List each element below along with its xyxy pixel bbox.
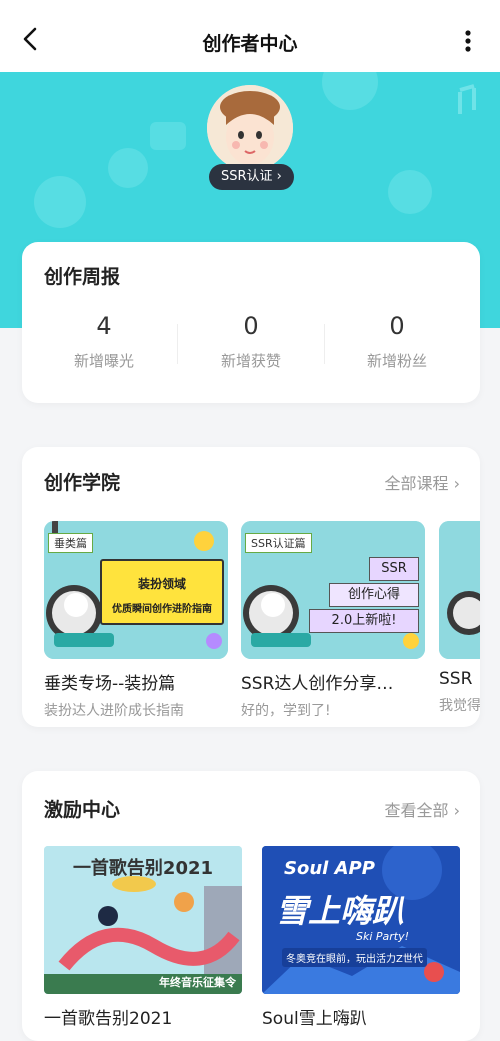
banner-line-2: 优质瞬间创作进阶指南 <box>112 604 212 615</box>
banner-line-3: 2.0上新啦! <box>309 609 419 633</box>
promo-banner: 雪上嗨趴 <box>276 892 405 930</box>
promo-title: 一首歌告别2021 <box>44 1009 173 1029</box>
weekly-report-card: 创作周报 4 新增曝光 0 新增获赞 0 新增粉丝 <box>22 242 480 403</box>
promo-image: 一首歌告别2021 年终音乐征集令 <box>44 846 242 994</box>
stat-label: 新增粉丝 <box>366 352 427 370</box>
stat-label: 新增曝光 <box>73 352 134 370</box>
top-nav-bar: 创作者中心 <box>0 0 500 72</box>
course-thumbnail: SSR认证篇 SSR 创作心得 2.0上新啦! <box>241 521 425 659</box>
course-banner: 装扮领域 优质瞬间创作进阶指南 <box>100 559 224 625</box>
page-title: 创作者中心 <box>202 33 298 55</box>
promo-item[interactable]: Soul APP 雪上嗨趴 Ski Party! 冬奥竞在眼前，玩出活力Z世代 … <box>262 846 460 1029</box>
promo-banner-en: Ski Party! <box>356 930 410 943</box>
promo-banner-top: Soul APP <box>284 858 375 879</box>
view-all-link[interactable]: 查看全部 › <box>385 797 461 821</box>
promo-item[interactable]: 一首歌告别2021 年终音乐征集令 一首歌告别2021 <box>44 846 242 1029</box>
course-item[interactable]: SSR认证篇 SSR 创作心得 2.0上新啦! SSR达人创作分享… 好的，学到… <box>241 521 425 720</box>
banner-line-2: 创作心得 <box>329 583 419 607</box>
weekly-title: 创作周报 <box>44 266 121 288</box>
stat-exposure[interactable]: 4 新增曝光 <box>29 312 179 371</box>
promo-banner-sub: 冬奥竞在眼前，玩出活力Z世代 <box>282 948 427 967</box>
course-title: 垂类专场--装扮篇 <box>44 674 176 694</box>
incentive-card: 激励中心 查看全部 › 一首歌告别2021 年终音乐征集令 一首歌告别2021 <box>22 771 480 1041</box>
stat-fans[interactable]: 0 新增粉丝 <box>322 312 472 371</box>
course-illustration <box>439 521 480 659</box>
academy-title: 创作学院 <box>44 472 121 494</box>
promo-title: Soul雪上嗨趴 <box>262 1009 367 1029</box>
academy-card: 创作学院 全部课程 › 垂类篇 装扮领域 优质瞬间创作进阶指南 垂类专场--装扮… <box>22 447 480 727</box>
course-subtitle: 我觉得 <box>439 698 480 714</box>
more-vertical-icon[interactable] <box>458 28 478 54</box>
avatar-illustration <box>207 85 293 171</box>
course-item[interactable]: SSR 我觉得 <box>439 521 480 715</box>
stat-label: 新增获赞 <box>220 352 281 370</box>
stat-value: 0 <box>389 312 405 340</box>
course-subtitle: 好的，学到了! <box>241 703 331 719</box>
promo-banner: 一首歌告别2021 <box>72 858 214 879</box>
promo-image: Soul APP 雪上嗨趴 Ski Party! 冬奥竞在眼前，玩出活力Z世代 <box>262 846 460 994</box>
course-thumbnail <box>439 521 480 659</box>
course-tag: SSR认证篇 <box>245 533 312 553</box>
incentive-title: 激励中心 <box>44 799 121 821</box>
course-title: SSR达人创作分享… <box>241 674 394 694</box>
course-title: SSR <box>439 669 473 689</box>
course-subtitle: 装扮达人进阶成长指南 <box>44 703 184 719</box>
course-tag: 垂类篇 <box>48 533 93 553</box>
stat-value: 4 <box>96 312 112 340</box>
avatar[interactable] <box>207 85 293 171</box>
banner-line-1: 装扮领域 <box>137 577 186 591</box>
promo-banner-sub: 年终音乐征集令 <box>159 976 236 989</box>
stat-likes[interactable]: 0 新增获赞 <box>176 312 326 371</box>
stat-value: 0 <box>243 312 259 340</box>
all-courses-link[interactable]: 全部课程 › <box>385 470 461 494</box>
ssr-badge[interactable]: SSR认证 › <box>209 164 294 190</box>
course-thumbnail: 垂类篇 装扮领域 优质瞬间创作进阶指南 <box>44 521 228 659</box>
course-item[interactable]: 垂类篇 装扮领域 优质瞬间创作进阶指南 垂类专场--装扮篇 装扮达人进阶成长指南 <box>44 521 228 720</box>
banner-line-1: SSR <box>369 557 419 581</box>
